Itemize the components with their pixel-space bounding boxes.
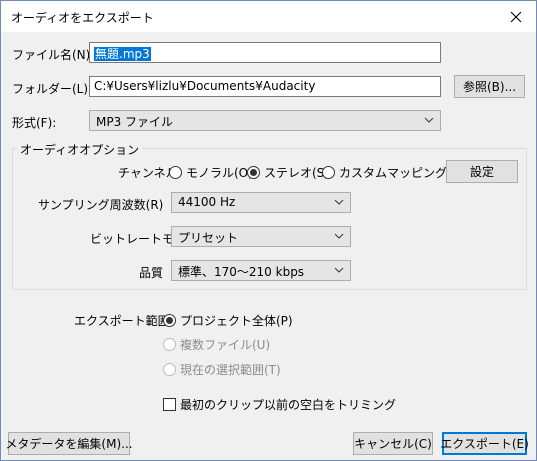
export-label: エクスポート(E): [440, 437, 529, 451]
cancel-button[interactable]: キャンセル(C): [353, 432, 433, 455]
radio-current-selection[interactable]: 現在の選択範囲(T): [163, 361, 281, 378]
radio-whole-project-label: プロジェクト全体(P): [180, 314, 293, 328]
channel-settings-label: 設定: [469, 165, 494, 179]
format-label: 形式(F):: [12, 116, 57, 130]
file-name-label: ファイル名(N):: [12, 48, 95, 62]
trim-checkbox[interactable]: 最初のクリップ以前の空白をトリミング: [163, 396, 396, 413]
radio-multiple-files-label: 複数ファイル(U): [180, 338, 271, 352]
folder-label: フォルダー(L):: [12, 82, 93, 96]
cancel-label: キャンセル(C): [354, 437, 432, 451]
audio-options-title: オーディオオプション: [17, 141, 143, 158]
radio-circle: [163, 338, 176, 351]
edit-metadata-label: メタデータを編集(M)...: [5, 437, 133, 451]
radio-current-selection-label: 現在の選択範囲(T): [180, 363, 281, 377]
radio-mono[interactable]: モノラル(O): [169, 164, 253, 181]
chevron-down-icon: [424, 117, 434, 123]
radio-custom-mapping[interactable]: カスタムマッピング(G): [322, 164, 466, 181]
radio-circle: [169, 166, 182, 179]
trim-label: 最初のクリップ以前の空白をトリミング: [180, 398, 397, 412]
browse-button[interactable]: 参照(B)...: [454, 75, 525, 98]
channel-settings-button[interactable]: 設定: [446, 160, 518, 183]
quality-value: 標準、170〜210 kbps: [178, 265, 305, 279]
radio-circle-selected: [163, 314, 176, 327]
export-audio-dialog: オーディオをエクスポート ファイル名(N): 無題.mp3 フォルダー(L): …: [0, 0, 537, 461]
bitrate-mode-value: プリセット: [178, 231, 239, 245]
sample-rate-label: サンプリング周波数(R): [38, 198, 164, 212]
sample-rate-select[interactable]: 44100 Hz: [171, 192, 351, 213]
quality-select[interactable]: 標準、170〜210 kbps: [171, 260, 351, 281]
title-bar: オーディオをエクスポート: [1, 1, 536, 32]
file-name-value: 無題.mp3: [94, 47, 151, 61]
radio-circle-selected: [247, 166, 260, 179]
radio-circle: [322, 166, 335, 179]
folder-input[interactable]: C:¥Users¥lizlu¥Documents¥Audacity: [89, 76, 441, 97]
format-select[interactable]: MP3 ファイル: [89, 110, 441, 131]
bitrate-mode-select[interactable]: プリセット: [171, 226, 351, 247]
format-value: MP3 ファイル: [96, 115, 174, 129]
radio-stereo-label: ステレオ(S): [264, 166, 329, 180]
close-button[interactable]: [496, 1, 536, 32]
browse-label: 参照(B)...: [462, 80, 517, 94]
file-name-input[interactable]: 無題.mp3: [89, 42, 441, 63]
radio-whole-project[interactable]: プロジェクト全体(P): [163, 312, 293, 329]
close-icon: [510, 11, 522, 22]
checkbox-box: [163, 398, 176, 411]
edit-metadata-button[interactable]: メタデータを編集(M)...: [5, 432, 133, 455]
sample-rate-value: 44100 Hz: [178, 195, 236, 209]
chevron-down-icon: [334, 267, 344, 273]
chevron-down-icon: [334, 199, 344, 205]
folder-value: C:¥Users¥lizlu¥Documents¥Audacity: [94, 79, 316, 93]
window-title: オーディオをエクスポート: [11, 11, 154, 25]
radio-multiple-files[interactable]: 複数ファイル(U): [163, 336, 270, 353]
export-range-label: エクスポート範囲:: [74, 314, 174, 328]
export-button[interactable]: エクスポート(E): [440, 432, 529, 455]
radio-mono-label: モノラル(O): [186, 166, 253, 180]
radio-stereo[interactable]: ステレオ(S): [247, 164, 329, 181]
quality-label: 品質: [139, 266, 164, 280]
chevron-down-icon: [334, 233, 344, 239]
radio-circle: [163, 363, 176, 376]
